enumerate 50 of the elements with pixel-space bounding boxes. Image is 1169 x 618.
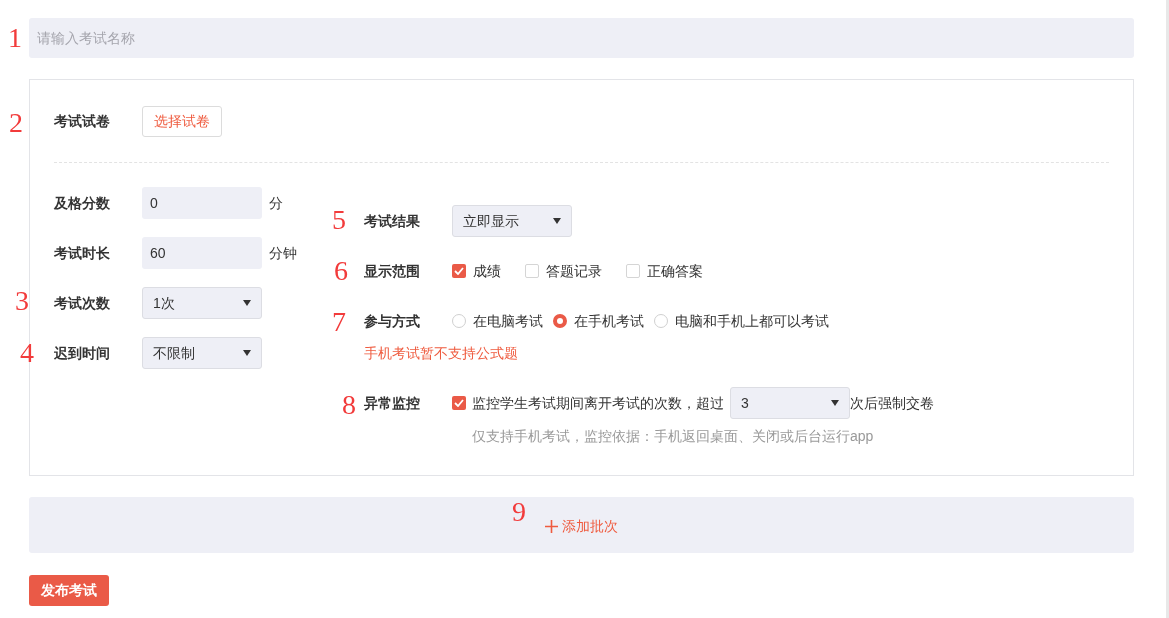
radio-button[interactable] [553,314,567,328]
annotation-number: 3 [15,287,29,315]
dropdown[interactable]: 不限制 [142,337,262,369]
field-label: 异常监控 [364,393,421,413]
field-label: 及格分数 [54,193,111,213]
option-label: 在电脑考试 [473,311,543,331]
field-label: 参与方式 [364,311,421,331]
number-field[interactable]: 60 [142,237,262,269]
exam-name-field[interactable]: 请输入考试名称 [29,18,1134,58]
dropdown[interactable]: 立即显示 [452,205,572,237]
annotation-number: 4 [20,339,34,367]
dropdown[interactable]: 1次 [142,287,262,319]
option-label: 监控学生考试期间离开考试的次数，超过 [472,393,724,413]
plus-icon [545,519,558,533]
checkbox[interactable] [525,264,539,278]
unit-label: 分钟 [269,243,297,263]
field-label: 考试试卷 [54,111,111,131]
warning-text: 手机考试暂不支持公式题 [364,345,519,361]
annotation-number: 9 [512,498,526,526]
option-label: 成绩 [473,261,501,281]
checkbox[interactable] [452,396,466,410]
field-label: 考试时长 [54,243,111,263]
unit-label: 分 [269,193,283,213]
caret-icon [553,218,561,224]
select-paper-button[interactable]: 选择试卷 [142,105,222,137]
unit-label: 次后强制交卷 [850,393,934,413]
option-label: 答题记录 [546,261,602,281]
option-label: 电脑和手机上都可以考试 [675,311,829,331]
caret-icon [243,350,251,356]
field-label: 考试次数 [54,293,111,313]
annotation-number: 7 [332,308,346,336]
annotation-number: 5 [332,206,346,234]
radio-button[interactable] [654,314,668,328]
annotation-number: 6 [334,257,348,285]
option-label: 在手机考试 [574,311,644,331]
field-label: 显示范围 [364,261,421,281]
number-field[interactable]: 0 [142,187,262,219]
annotation-number: 8 [342,391,356,419]
hint-text: 仅支持手机考试，监控依据：手机返回桌面、关闭或后台运行app [472,428,875,444]
caret-icon [831,400,839,406]
radio-button[interactable] [452,314,466,328]
field-label: 迟到时间 [54,343,111,363]
caret-icon [243,300,251,306]
dropdown[interactable]: 3 [730,387,850,419]
checkbox[interactable] [626,264,640,278]
annotation-number: 1 [8,24,22,52]
field-label: 考试结果 [364,211,421,231]
annotation-number: 2 [9,109,23,137]
option-label: 正确答案 [647,261,703,281]
checkbox[interactable] [452,264,466,278]
